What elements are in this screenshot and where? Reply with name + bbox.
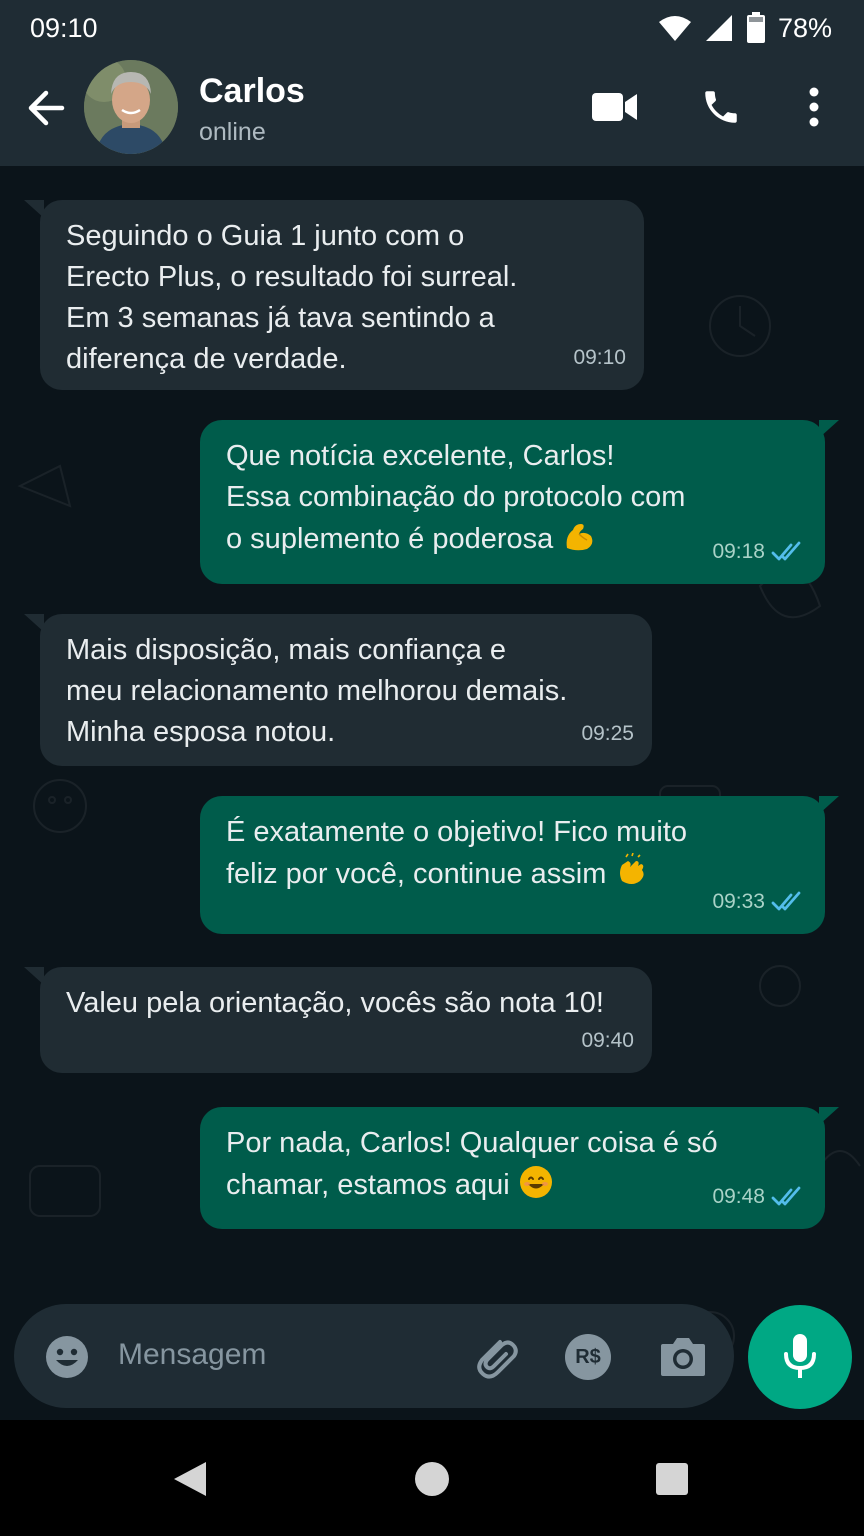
message-time: 09:48 [712, 1185, 765, 1208]
message-input[interactable]: Mensagem [118, 1338, 266, 1372]
voice-call-icon[interactable] [700, 86, 742, 128]
message-time: 09:25 [581, 722, 634, 745]
message-meta: 09:33 [712, 881, 807, 922]
bubble-tail [819, 796, 839, 814]
status-bar: 09:10 78% [0, 0, 864, 56]
message-meta: 09:25 [581, 713, 634, 754]
contact-status: online [199, 118, 266, 146]
double-check-icon [771, 891, 801, 910]
bubble-tail [24, 614, 44, 632]
message-text: Valeu pela orientação, vocês são nota 10… [66, 987, 604, 1019]
nav-recents-icon[interactable] [655, 1462, 689, 1496]
battery-level: 78% [777, 12, 832, 43]
message-bubble-outgoing[interactable]: Que notícia excelente, Carlos! Essa comb… [200, 420, 839, 584]
message-text: Mais disposição, mais confiança e meu re… [66, 634, 568, 748]
message-meta: 09:10 [573, 337, 626, 378]
attach-paperclip-icon[interactable] [470, 1332, 520, 1382]
payment-icon[interactable]: R$ [565, 1334, 611, 1380]
microphone-icon [784, 1334, 816, 1378]
message-composer: Mensagem R$ [14, 1304, 734, 1408]
message-bubble-incoming[interactable]: Valeu pela orientação, vocês são nota 10… [24, 967, 652, 1073]
double-check-icon [771, 541, 801, 560]
video-call-icon[interactable] [591, 90, 639, 124]
status-icons: 78% [658, 12, 832, 44]
signal-icon [705, 15, 732, 41]
message-bubble-outgoing[interactable]: É exatamente o objetivo! Fico muito feli… [200, 796, 839, 934]
back-arrow-icon[interactable] [26, 86, 66, 130]
smiling-face-emoji-icon [519, 1166, 552, 1198]
message-time: 09:18 [712, 540, 765, 563]
contact-avatar[interactable] [84, 60, 178, 154]
status-time: 09:10 [30, 12, 98, 43]
message-meta: 09:18 [712, 531, 807, 572]
battery-icon [746, 12, 765, 43]
message-meta: 09:48 [712, 1176, 807, 1217]
bubble-tail [819, 420, 839, 438]
message-text: Por nada, Carlos! Qualquer coisa é só ch… [226, 1127, 718, 1201]
nav-back-icon[interactable] [172, 1460, 208, 1498]
chat-header: Carlos online [0, 56, 864, 166]
contact-name[interactable]: Carlos [199, 72, 305, 111]
flexed-biceps-emoji-icon [566, 524, 593, 551]
message-time: 09:33 [712, 890, 765, 913]
camera-icon[interactable] [659, 1334, 707, 1378]
more-options-icon[interactable] [806, 86, 822, 128]
mic-button[interactable] [748, 1305, 852, 1409]
chat-area[interactable]: Seguindo o Guia 1 junto com o Erecto Plu… [0, 166, 864, 1420]
emoji-icon[interactable] [44, 1334, 90, 1380]
bubble-tail [24, 200, 44, 218]
double-check-icon [771, 1186, 801, 1205]
system-navigation-bar [0, 1420, 864, 1536]
bubble-tail [24, 967, 44, 985]
clapping-hands-emoji-icon [620, 853, 645, 884]
bubble-tail [819, 1107, 839, 1125]
nav-home-icon[interactable] [413, 1460, 451, 1498]
message-text: Seguindo o Guia 1 junto com o Erecto Plu… [66, 220, 518, 375]
message-bubble-incoming[interactable]: Mais disposição, mais confiança e meu re… [24, 614, 652, 766]
message-text: Que notícia excelente, Carlos! Essa comb… [226, 440, 686, 555]
message-bubble-incoming[interactable]: Seguindo o Guia 1 junto com o Erecto Plu… [24, 200, 644, 390]
wifi-icon [658, 16, 691, 41]
message-time: 09:10 [573, 346, 626, 369]
message-meta: 09:40 [581, 1020, 634, 1061]
message-time: 09:40 [581, 1029, 634, 1052]
message-bubble-outgoing[interactable]: Por nada, Carlos! Qualquer coisa é só ch… [200, 1107, 839, 1229]
